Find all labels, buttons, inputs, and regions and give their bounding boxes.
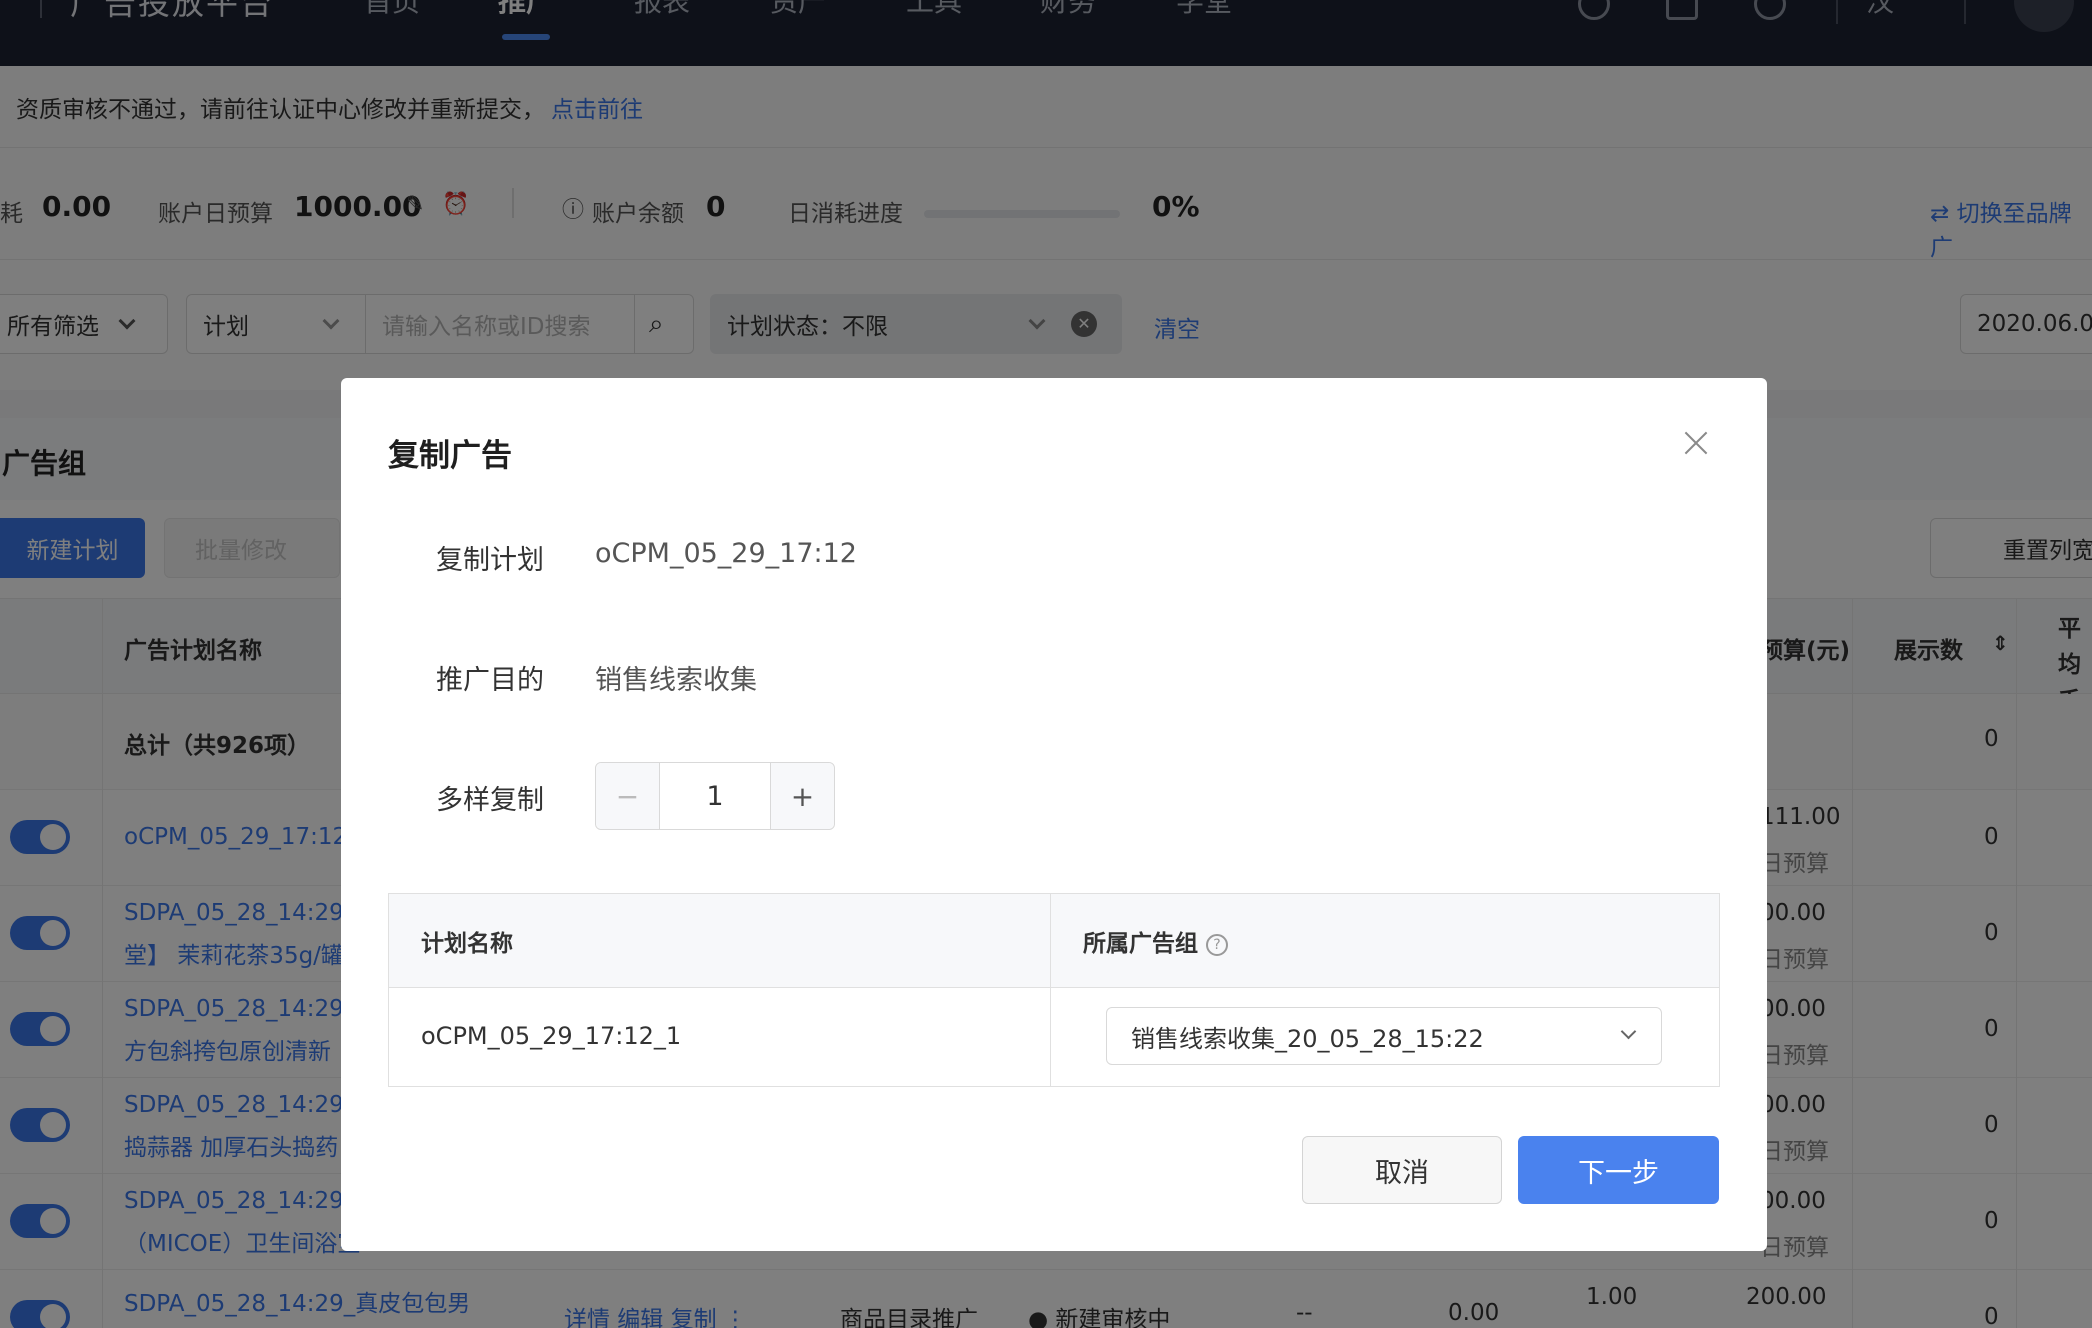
new-plan-name: oCPM_05_29_17:12_1	[421, 1022, 682, 1050]
col-plan-name: 计划名称	[421, 931, 513, 957]
multi-copy-label: 多样复制	[436, 785, 544, 816]
copy-plan-label: 复制计划	[436, 545, 544, 576]
col-ad-group: 所属广告组?	[1083, 924, 1228, 958]
help-icon[interactable]: ?	[1206, 933, 1228, 956]
copy-ad-dialog: 复制广告 复制计划 oCPM_05_29_17:12 推广目的 销售线索收集 多…	[341, 378, 1767, 1251]
dialog-title: 复制广告	[388, 438, 512, 474]
next-step-button[interactable]: 下一步	[1518, 1136, 1719, 1204]
purpose-label: 推广目的	[436, 665, 544, 696]
increment-button[interactable]: +	[770, 763, 834, 829]
decrement-button[interactable]: −	[596, 763, 660, 829]
purpose-value: 销售线索收集	[595, 665, 757, 696]
cancel-button[interactable]: 取消	[1302, 1136, 1502, 1204]
multi-copy-input[interactable]: 1	[660, 763, 770, 829]
copy-table-header: 计划名称 所属广告组?	[389, 894, 1719, 988]
close-icon[interactable]	[1679, 426, 1713, 460]
multi-copy-stepper: − 1 +	[595, 762, 835, 830]
col-ad-group-label: 所属广告组	[1083, 931, 1198, 957]
column-divider	[1050, 894, 1051, 1086]
chevron-down-icon	[1620, 1023, 1637, 1040]
copy-plan-table: 计划名称 所属广告组? oCPM_05_29_17:12_1 销售线索收集_20…	[388, 893, 1720, 1087]
ad-group-select[interactable]: 销售线索收集_20_05_28_15:22	[1106, 1007, 1662, 1065]
ad-group-selected: 销售线索收集_20_05_28_15:22	[1131, 1024, 1484, 1053]
copy-plan-value: oCPM_05_29_17:12	[595, 538, 857, 569]
